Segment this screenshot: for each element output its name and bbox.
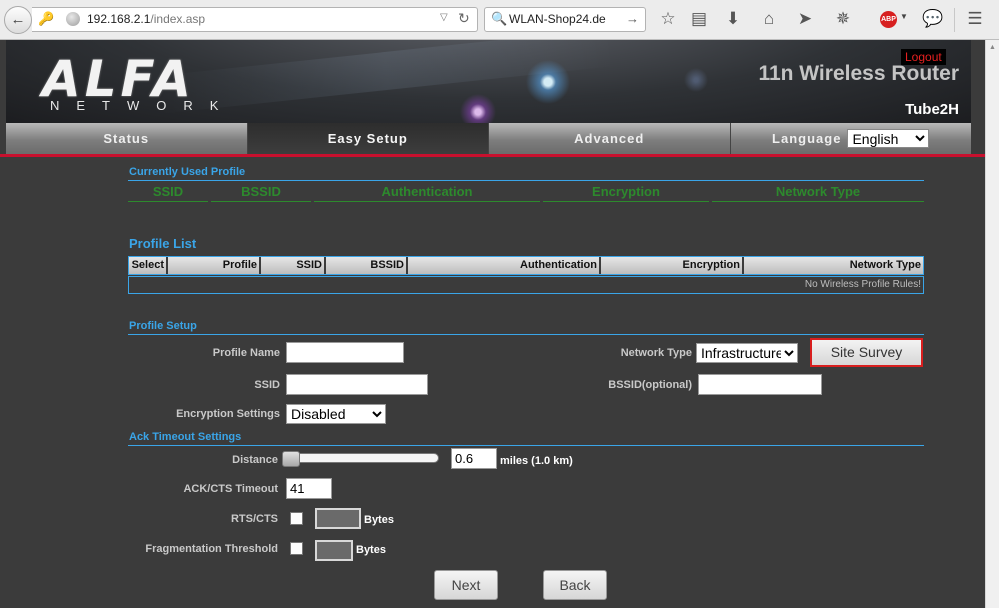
encryption-label: Encryption Settings xyxy=(176,408,280,420)
url-text: 192.168.2.1/index.asp xyxy=(87,12,205,26)
profile-name-label: Profile Name xyxy=(212,347,280,359)
toolbar-separator xyxy=(954,8,955,32)
bookmark-star-icon[interactable]: ☆ xyxy=(657,8,679,30)
column-header: Network Type xyxy=(744,257,923,274)
next-button[interactable]: Next xyxy=(434,570,498,600)
url-dropdown-icon[interactable]: ▽ xyxy=(440,12,448,23)
fragmentation-input xyxy=(315,540,353,561)
search-bar[interactable]: 🔍 WLAN-Shop24.de → xyxy=(484,7,646,32)
menu-icon[interactable]: ☰ xyxy=(964,8,986,30)
language-label: Language xyxy=(772,131,842,146)
globe-icon xyxy=(66,12,80,26)
url-path: /index.asp xyxy=(150,12,206,26)
browser-toolbar: ← 🔑 192.168.2.1/index.asp ▽ ↻ 🔍 WLAN-Sho… xyxy=(0,0,999,40)
profile-setup-title: Profile Setup xyxy=(129,320,197,332)
encryption-select[interactable]: Disabled xyxy=(286,404,386,424)
model-name: Tube2H xyxy=(905,101,959,118)
profile-list-empty-row: No Wireless Profile Rules! xyxy=(128,276,924,294)
fragmentation-unit: Bytes xyxy=(356,544,386,556)
tab-divider xyxy=(0,154,985,157)
tab-advanced[interactable]: Advanced xyxy=(489,123,731,154)
ack-cts-timeout-label: ACK/CTS Timeout xyxy=(183,483,278,495)
ssid-label: SSID xyxy=(254,379,280,391)
profile-name-input[interactable] xyxy=(286,342,404,363)
section-divider xyxy=(128,180,924,181)
column-header: Encryption xyxy=(601,257,744,274)
download-icon[interactable]: ⬇ xyxy=(722,8,744,30)
rts-cts-label: RTS/CTS xyxy=(230,513,278,525)
adblock-dropdown-icon[interactable]: ▼ xyxy=(900,12,908,21)
network-type-select[interactable]: Infrastructure xyxy=(696,343,798,363)
distance-unit: miles (1.0 km) xyxy=(500,455,573,467)
profile-list-title: Profile List xyxy=(129,236,197,251)
search-input[interactable]: WLAN-Shop24.de xyxy=(509,12,606,26)
ack-timeout-title: Ack Timeout Settings xyxy=(129,431,242,443)
url-bar[interactable]: 🔑 192.168.2.1/index.asp ▽ ↻ xyxy=(32,7,478,32)
bssid-input[interactable] xyxy=(698,374,822,395)
network-type-label: Network Type xyxy=(620,347,692,359)
alfa-network-text: NETWORK xyxy=(50,98,236,113)
column-header: Authentication xyxy=(408,257,601,274)
back-button[interactable]: Back xyxy=(543,570,607,600)
ack-cts-timeout-input[interactable] xyxy=(286,478,332,499)
home-icon[interactable]: ⌂ xyxy=(758,8,780,30)
ssid-input[interactable] xyxy=(286,374,428,395)
column-header: BSSID xyxy=(326,257,408,274)
column-header: SSID xyxy=(261,257,326,274)
tab-easy-setup[interactable]: Easy Setup xyxy=(247,123,489,154)
addon-icon[interactable]: ✵ xyxy=(832,8,854,30)
site-survey-button[interactable]: Site Survey xyxy=(810,338,923,367)
current-profile-header: SSID BSSID Authentication Encryption Net… xyxy=(128,183,924,202)
send-icon[interactable]: ➤ xyxy=(794,8,816,30)
reload-icon[interactable]: ↻ xyxy=(458,10,470,27)
distance-input[interactable] xyxy=(451,448,497,469)
rts-cts-checkbox[interactable] xyxy=(290,512,303,525)
reading-list-icon[interactable]: ▤ xyxy=(688,8,710,30)
distance-slider-track[interactable] xyxy=(284,453,439,463)
scroll-up-icon[interactable]: ▲ xyxy=(989,44,996,51)
product-title: 11n Wireless Router xyxy=(758,62,959,85)
column-header: Encryption xyxy=(543,183,709,202)
rts-cts-input xyxy=(315,508,361,529)
chat-icon[interactable]: 💬 xyxy=(922,8,944,30)
column-header: Network Type xyxy=(712,183,924,202)
profile-list-header: Select Profile SSID BSSID Authentication… xyxy=(128,256,924,275)
page-scrollbar[interactable]: ▲ xyxy=(985,40,999,608)
tab-language: Language English xyxy=(730,123,971,154)
distance-slider-handle[interactable] xyxy=(282,451,300,467)
router-banner: ALFA NETWORK Logout 11n Wireless Router … xyxy=(6,40,971,123)
key-icon: 🔑 xyxy=(38,11,55,26)
search-go-icon[interactable]: → xyxy=(626,11,639,26)
search-icon: 🔍 xyxy=(491,11,508,26)
adblock-icon[interactable]: ABP xyxy=(880,11,897,28)
main-tabs: Status Easy Setup Advanced Language Engl… xyxy=(6,123,971,154)
back-arrow-icon[interactable]: ← xyxy=(4,6,32,34)
distance-label: Distance xyxy=(232,454,278,466)
language-select[interactable]: English xyxy=(847,129,930,148)
current-profile-title: Currently Used Profile xyxy=(129,166,246,178)
fragmentation-checkbox[interactable] xyxy=(290,542,303,555)
bssid-label: BSSID(optional) xyxy=(608,379,692,391)
tab-status[interactable]: Status xyxy=(6,123,248,154)
fragmentation-label: Fragmentation Threshold xyxy=(145,543,278,555)
rts-cts-unit: Bytes xyxy=(364,514,394,526)
column-header: Select xyxy=(129,257,168,274)
column-header: Authentication xyxy=(314,183,540,202)
column-header: SSID xyxy=(128,183,208,202)
section-divider xyxy=(128,334,924,335)
section-divider xyxy=(128,445,924,446)
column-header: BSSID xyxy=(211,183,311,202)
url-host: 192.168.2.1 xyxy=(87,12,151,26)
column-header: Profile xyxy=(168,257,261,274)
